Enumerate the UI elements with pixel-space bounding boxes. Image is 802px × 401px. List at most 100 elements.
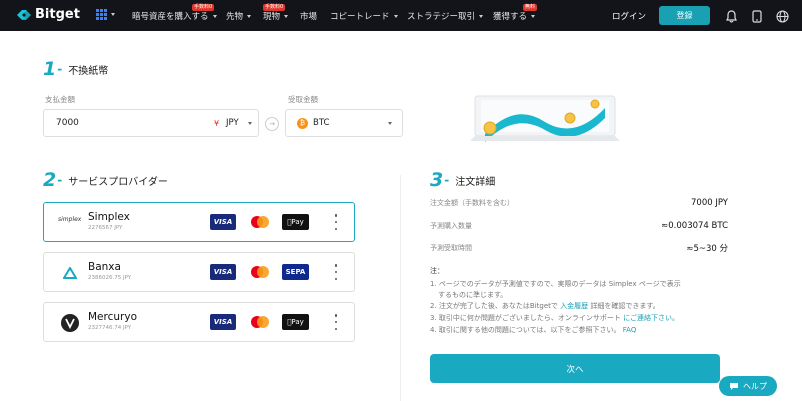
detail-value: 7000 JPY <box>691 198 728 208</box>
receive-amount-label: 受取金額 <box>288 95 318 104</box>
sepa-icon: SEPA <box>282 264 309 280</box>
mercuryo-logo-icon <box>60 313 80 337</box>
pay-amount-input[interactable]: 7000 <box>56 118 79 128</box>
more-options-icon[interactable] <box>334 314 338 330</box>
provider-banxa[interactable]: Banxa 2386026.75 JPY VISA SEPA <box>43 252 355 292</box>
apple-pay-icon: Pay <box>282 314 309 330</box>
nav-badge: 手数料0 <box>192 4 215 11</box>
nav-item-label: 現物 <box>263 12 281 22</box>
more-options-icon[interactable] <box>334 264 338 280</box>
detail-row-estimated-quantity: 予測購入数量 ≈0.003074 BTC <box>430 221 728 231</box>
note-line-1b: するものに準じます。 <box>438 291 508 299</box>
apple-pay-label: Pay <box>289 218 303 226</box>
deposit-history-link[interactable]: 入金履歴 <box>560 302 588 310</box>
divider <box>400 175 401 401</box>
nav-futures[interactable]: 先物 <box>226 10 252 22</box>
step-number: 3 <box>430 169 443 191</box>
note-line-4: 4. 取引に関する他の問題については、以下をご参照下さい。 FAQ <box>430 325 636 335</box>
pay-currency-select[interactable]: JPY <box>226 118 239 128</box>
step-title: 不換紙幣 <box>68 65 109 77</box>
bell-icon[interactable] <box>726 8 737 27</box>
chevron-down-icon <box>111 13 115 16</box>
step2-heading: 2 - サービスプロバイダー <box>43 169 168 191</box>
nav-spot[interactable]: 手数料0 現物 <box>263 4 289 22</box>
note-text: 4. 取引に関する他の問題については、以下をご参照下さい。 <box>430 326 623 334</box>
provider-amount: 2386026.75 JPY <box>88 275 132 281</box>
visa-icon: VISA <box>210 214 236 230</box>
help-label: ヘルプ <box>743 381 767 391</box>
detail-key: 予測購入数量 <box>430 222 472 230</box>
note-text: 詳細を確認できます。 <box>588 302 660 310</box>
detail-key: 予測受取時間 <box>430 244 472 252</box>
faq-link[interactable]: FAQ <box>623 326 637 334</box>
chat-icon <box>730 382 738 390</box>
support-link[interactable]: にご連絡下さい。 <box>623 314 679 322</box>
more-options-icon[interactable] <box>334 214 338 230</box>
visa-icon: VISA <box>210 314 236 330</box>
detail-value: ≈0.003074 BTC <box>661 221 728 231</box>
provider-simplex[interactable]: simplex Simplex 2276567 JPY VISA Pay <box>43 202 355 242</box>
provider-name: Mercuryo <box>88 311 137 323</box>
banxa-logo-icon <box>62 264 78 283</box>
nav-copy-trade[interactable]: コピートレード <box>330 10 398 22</box>
mobile-app-icon[interactable] <box>752 8 762 27</box>
detail-key: 注文金額（手数料を含む） <box>430 199 514 207</box>
mastercard-icon <box>247 214 273 230</box>
nav-earn[interactable]: 無料 獲得する <box>493 4 538 22</box>
nav-item-label: 先物 <box>226 12 244 22</box>
pay-amount-field[interactable]: 7000 ¥ JPY <box>43 109 259 137</box>
step-dash: - <box>444 173 450 187</box>
note-line-3: 3. 取引中に何か問題がございましたら、オンラインサポート にご連絡下さい。 <box>430 313 679 323</box>
receive-currency-select[interactable]: ₿ BTC <box>285 109 403 137</box>
nav-item-label: コピートレード <box>330 12 390 22</box>
provider-mercuryo[interactable]: Mercuryo 2327746.74 JPY VISA Pay <box>43 302 355 342</box>
chevron-down-icon <box>393 14 398 18</box>
chevron-down-icon <box>388 121 392 125</box>
receive-currency-label: BTC <box>313 118 330 128</box>
nav-item-label: ストラテジー取引 <box>407 12 476 22</box>
step-dash: - <box>57 62 63 76</box>
mastercard-icon <box>247 314 273 330</box>
nav-markets[interactable]: 市場 <box>300 10 317 22</box>
apps-grid-icon[interactable] <box>96 9 115 20</box>
chevron-down-icon <box>284 14 289 18</box>
apple-pay-icon: Pay <box>282 214 309 230</box>
detail-row-estimated-time: 予測受取時間 ≈5~30 分 <box>430 242 728 254</box>
nav-strategy-trading[interactable]: ストラテジー取引 <box>407 10 484 22</box>
nav-badge: 手数料0 <box>263 4 286 11</box>
exchange-arrow-icon: → <box>265 117 279 131</box>
note-text: 2. 注文が完了した後、あなたはBitgetで <box>430 302 561 310</box>
mastercard-icon <box>247 264 273 280</box>
provider-amount: 2276567 JPY <box>88 225 123 231</box>
apple-pay-label: Pay <box>289 318 303 326</box>
chevron-down-icon <box>531 14 536 18</box>
note-line-1: 1. ページでのデータが予測値ですので、実際のデータは Simplex ページで… <box>430 280 681 288</box>
signup-button[interactable]: 登録 <box>659 6 710 25</box>
step-title: 注文詳細 <box>455 176 496 188</box>
visa-icon: VISA <box>210 264 236 280</box>
btc-icon: ₿ <box>297 117 308 129</box>
nav-badge: 無料 <box>523 4 538 11</box>
bitget-logo[interactable]: Bitget <box>16 7 80 22</box>
brand-name: Bitget <box>35 7 80 22</box>
step-number: 2 <box>43 169 56 191</box>
simplex-logo: simplex <box>58 216 82 223</box>
chevron-down-icon <box>248 121 252 125</box>
detail-row-order-amount: 注文金額（手数料を含む） 7000 JPY <box>430 198 728 208</box>
globe-icon[interactable] <box>776 8 789 27</box>
next-button[interactable]: 次へ <box>430 354 720 383</box>
detail-value: ≈5~30 分 <box>686 244 728 254</box>
provider-name: Banxa <box>88 261 121 273</box>
note-line-2: 2. 注文が完了した後、あなたはBitgetで 入金履歴 詳細を確認できます。 <box>430 301 660 311</box>
nav-item-label: 獲得する <box>493 12 528 22</box>
step1-heading: 1 - 不換紙幣 <box>43 58 108 80</box>
bitget-logo-icon <box>17 9 31 20</box>
nav-buy-crypto[interactable]: 手数料0 暗号資産を購入する <box>132 4 217 22</box>
laptop-illustration <box>455 94 620 148</box>
chevron-down-icon <box>247 14 252 18</box>
nav-item-label: 市場 <box>300 12 318 22</box>
login-link[interactable]: ログイン <box>612 10 646 22</box>
provider-name: Simplex <box>88 211 130 223</box>
help-button[interactable]: ヘルプ <box>719 376 777 396</box>
chevron-down-icon <box>479 14 484 18</box>
